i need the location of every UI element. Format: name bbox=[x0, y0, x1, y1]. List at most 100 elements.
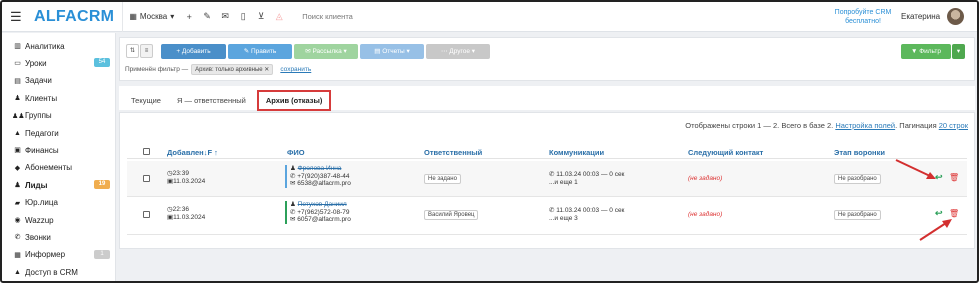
sort-icon[interactable]: ⇅ bbox=[126, 44, 139, 58]
city-label: Москва bbox=[139, 12, 168, 21]
table-row[interactable]: ◷23:39 ▣11.03.2024 ♟ Фролова Инна ✆ +7(92… bbox=[127, 161, 967, 197]
client-name-link[interactable]: Петухов Даниил bbox=[298, 201, 347, 208]
tab-mine[interactable]: Я — ответственный bbox=[171, 92, 252, 109]
communications-cell[interactable]: ✆ 11.03.24 00:03 — 0 сек ...и еще 3 bbox=[549, 207, 624, 223]
save-filter-link[interactable]: сохранить bbox=[280, 66, 311, 73]
client-email[interactable]: 6538@alfacrm.pro bbox=[297, 180, 351, 187]
sidebar-item[interactable]: ◆ Абонементы bbox=[12, 161, 112, 175]
sidebar-item-label: Wazzup bbox=[25, 215, 54, 225]
tab-current[interactable]: Текущие bbox=[125, 92, 167, 109]
next-contact[interactable]: (не задано) bbox=[688, 175, 722, 182]
col-added[interactable]: Добавлен↓F ↑ bbox=[167, 148, 218, 157]
list-view-icon[interactable]: ≡ bbox=[140, 44, 153, 58]
tabs: Текущие Я — ответственный Архив (отказы) bbox=[125, 90, 332, 111]
mail-icon[interactable]: ✉ bbox=[216, 11, 234, 22]
sidebar-item[interactable]: ▤ Задачи bbox=[12, 74, 112, 88]
phone-icon: ✆ bbox=[290, 172, 296, 180]
reports-button[interactable]: ▤ Отчеты ▾ bbox=[360, 44, 424, 59]
sidebar-item[interactable]: ♟ Лиды 19 bbox=[12, 178, 112, 192]
city-select[interactable]: ▦ Москва ▾ bbox=[123, 12, 180, 21]
lessons-icon: ▭ bbox=[14, 60, 21, 68]
funnel-stage-badge[interactable]: Не разобрано bbox=[834, 174, 881, 184]
sidebar-item[interactable]: ✆ Звонки bbox=[12, 230, 112, 244]
users-icon: ♟♟ bbox=[12, 112, 25, 120]
sidebar-item-label: Уроки bbox=[25, 58, 47, 68]
row-checkbox[interactable] bbox=[143, 211, 150, 218]
sidebar-item[interactable]: ▲ Педагоги bbox=[12, 126, 112, 140]
bell-icon[interactable]: ◬ bbox=[270, 11, 288, 22]
search-input[interactable]: Поиск клиента bbox=[302, 12, 353, 21]
sidebar-item[interactable]: ▲ Доступ в CRM bbox=[12, 265, 112, 279]
fields-settings-link[interactable]: Настройка полей bbox=[835, 121, 895, 130]
col-communications[interactable]: Коммуникации bbox=[549, 148, 604, 157]
user-icon: ♟ bbox=[290, 201, 296, 208]
chart-icon: ▥ bbox=[14, 43, 21, 50]
close-icon[interactable]: ✕ bbox=[264, 67, 269, 73]
avatar[interactable] bbox=[947, 8, 964, 25]
comm-last: 11.03.24 00:03 — 0 сек bbox=[556, 207, 625, 214]
sidebar-item[interactable]: ▥ Аналитика bbox=[12, 39, 112, 53]
funnel-stage-badge[interactable]: Не разобрано bbox=[834, 210, 881, 220]
sidebar-item[interactable]: ▦ Информер 1 bbox=[12, 248, 112, 262]
col-funnel-stage[interactable]: Этап воронки bbox=[834, 148, 885, 157]
other-button[interactable]: ⋯ Другое ▾ bbox=[426, 44, 490, 59]
client-phone[interactable]: +7(962)572-08-79 bbox=[297, 209, 349, 216]
user-name[interactable]: Екатерина bbox=[901, 12, 940, 21]
col-fio[interactable]: ФИО bbox=[287, 148, 305, 157]
select-all-checkbox[interactable] bbox=[143, 148, 150, 155]
wrench-icon[interactable]: ✎ bbox=[198, 11, 216, 22]
trash-icon[interactable]: 🗑 bbox=[949, 173, 959, 182]
added-date: 11.03.2024 bbox=[173, 178, 206, 185]
sidebar-item[interactable]: ◉ Wazzup bbox=[12, 213, 112, 227]
col-responsible[interactable]: Ответственный bbox=[424, 148, 482, 157]
tasks-icon: ▤ bbox=[14, 77, 21, 85]
next-contact[interactable]: (не задано) bbox=[688, 211, 722, 218]
menu-icon[interactable]: ☰ bbox=[10, 10, 24, 23]
sidebar-badge: 19 bbox=[94, 180, 110, 190]
sidebar-item[interactable]: ▰ Юр.лица bbox=[12, 196, 112, 210]
trash-icon[interactable]: 🗑 bbox=[949, 209, 959, 218]
filter-button[interactable]: ▼ Фильтр bbox=[901, 44, 951, 59]
sidebar-item[interactable]: ♟♟ Группы bbox=[12, 109, 112, 123]
logo[interactable]: ALFACRM bbox=[34, 8, 114, 26]
responsible-badge[interactable]: Не задано bbox=[424, 174, 461, 184]
added-date: 11.03.2024 bbox=[173, 214, 206, 221]
briefcase-icon: ▰ bbox=[14, 199, 21, 207]
mailing-button[interactable]: ✉ Рассылка ▾ bbox=[294, 44, 358, 59]
added-datetime: ◷22:36 ▣11.03.2024 bbox=[167, 206, 205, 222]
filter-dropdown-button[interactable]: ▾ bbox=[952, 44, 965, 59]
communications-cell[interactable]: ✆ 11.03.24 00:03 — 0 сек ...и еще 1 bbox=[549, 171, 624, 187]
client-phone[interactable]: +7(920)387-48-44 bbox=[297, 173, 349, 180]
responsible-badge[interactable]: Василий Яровец bbox=[424, 210, 479, 220]
add-button[interactable]: + Добавить bbox=[161, 44, 226, 59]
sidebar-item[interactable]: ▭ Уроки 54 bbox=[12, 56, 112, 70]
pagination-select[interactable]: 20 строк bbox=[939, 121, 968, 130]
client-email[interactable]: 6057@alfacrm.pro bbox=[297, 216, 351, 223]
informer-icon: ▦ bbox=[14, 251, 21, 259]
edit-button[interactable]: ✎ Править bbox=[228, 44, 292, 59]
sidebar-item-label: Клиенты bbox=[25, 93, 58, 103]
col-next-contact[interactable]: Следующий контакт bbox=[688, 148, 763, 157]
row-checkbox[interactable] bbox=[143, 175, 150, 182]
phone-icon: ✆ bbox=[549, 171, 555, 178]
restore-icon[interactable]: ↩ bbox=[935, 172, 943, 183]
phone-icon: ✆ bbox=[290, 208, 296, 216]
plus-icon[interactable]: + bbox=[180, 12, 198, 22]
fio-cell: ♟ Петухов Даниил ✆ +7(962)572-08-79 ✉ 60… bbox=[285, 201, 351, 224]
sidebar-item-label: Информер bbox=[25, 250, 66, 260]
client-name-link[interactable]: Фролова Инна bbox=[298, 165, 342, 172]
mobile-icon[interactable]: ▯ bbox=[234, 11, 252, 22]
tab-archive[interactable]: Архив (отказы) bbox=[256, 90, 332, 111]
sidebar-item[interactable]: ♟ Клиенты bbox=[12, 91, 112, 105]
restore-icon[interactable]: ↩ bbox=[935, 208, 943, 219]
cart-icon[interactable]: ⊻ bbox=[252, 11, 270, 22]
sidebar-item-label: Доступ в CRM bbox=[25, 267, 78, 277]
toolbar-panel: ⇅ ≡ + Добавить ✎ Править ✉ Рассылка ▾ ▤ … bbox=[119, 37, 975, 81]
table-row[interactable]: ◷22:36 ▣11.03.2024 ♟ Петухов Даниил ✆ +7(… bbox=[127, 199, 967, 235]
added-time: 23:39 bbox=[172, 170, 189, 177]
filter-chip-label: Архив: только архивные bbox=[195, 67, 263, 73]
promo-link[interactable]: Попробуйте CRM бесплатно! bbox=[828, 8, 898, 26]
mail-icon: ✉ bbox=[290, 216, 296, 223]
sidebar-item[interactable]: ▣ Финансы bbox=[12, 143, 112, 157]
sidebar-item-label: Педагоги bbox=[25, 128, 59, 138]
